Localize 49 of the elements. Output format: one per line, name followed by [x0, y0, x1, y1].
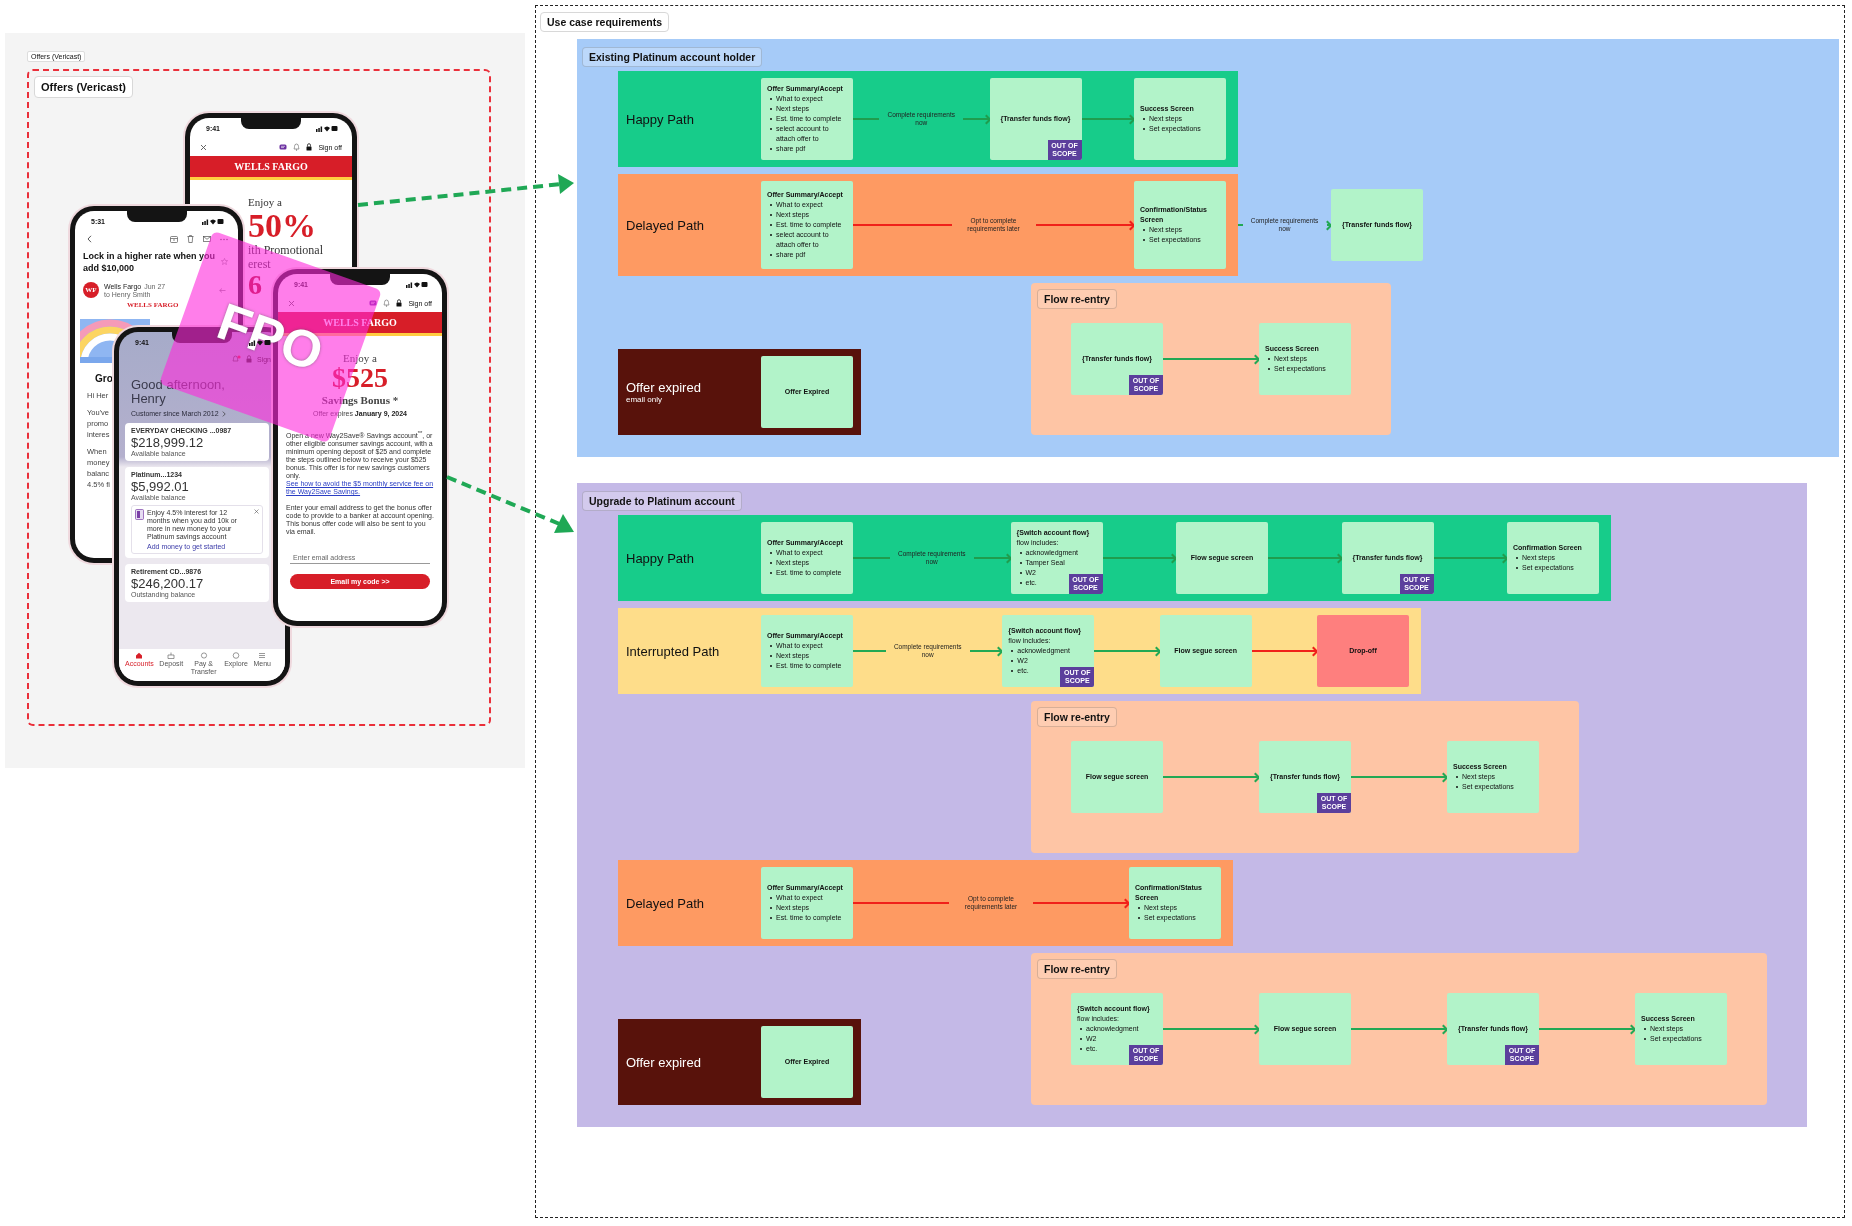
offer-rate: 6	[248, 271, 262, 299]
status-bar-icon	[316, 124, 338, 132]
mail-icon[interactable]	[203, 236, 211, 242]
book-icon	[135, 509, 144, 520]
section-title: Upgrade to Platinum account	[582, 491, 742, 511]
lock-icon	[306, 143, 313, 151]
lane-label: Offer expired	[626, 380, 702, 395]
back-icon[interactable]	[87, 235, 92, 243]
bell-icon[interactable]	[293, 143, 301, 151]
star-icon[interactable]	[221, 258, 228, 265]
lane-label: Offer expired	[626, 1054, 702, 1070]
status-bar-icon	[406, 280, 428, 288]
brand-name: WELLS FARGO	[234, 161, 308, 172]
camera-notch	[126, 211, 187, 222]
camera-notch	[241, 118, 301, 129]
lock-icon	[396, 299, 403, 307]
lane-note: email only	[626, 395, 663, 404]
status-bar-icon	[249, 338, 271, 346]
lane-label: Happy Path	[626, 111, 695, 127]
account-balance: $246,200.17	[131, 576, 205, 591]
email-heading: Gro	[95, 373, 113, 384]
lane-label: Delayed Path	[626, 895, 706, 911]
chat-icon[interactable]	[369, 299, 378, 307]
trash-icon[interactable]	[187, 235, 194, 243]
frame-title: Offers (Vericast)	[34, 76, 133, 98]
frame-title: Use case requirements	[540, 12, 669, 32]
panel-title: Flow re-entry	[1037, 707, 1117, 727]
lane-label: Interrupted Path	[626, 643, 721, 659]
chevron-icon[interactable]	[221, 410, 226, 417]
lane-label: Happy Path	[626, 550, 695, 566]
close-icon[interactable]	[254, 509, 259, 514]
offer-headline: Enjoy a	[248, 196, 282, 209]
offer-text: erest	[248, 257, 271, 271]
home-icon	[135, 652, 144, 659]
close-icon[interactable]	[200, 143, 207, 151]
archive-icon[interactable]	[170, 235, 178, 243]
camera-notch	[330, 274, 390, 285]
panel-title: Flow re-entry	[1037, 959, 1117, 979]
section-title: Existing Platinum account holder	[582, 47, 763, 67]
bell-icon[interactable]	[383, 299, 391, 307]
menu-icon	[258, 652, 267, 659]
lock-icon	[246, 355, 252, 363]
chat-icon[interactable]	[279, 143, 288, 151]
offer-text: ith Promotional	[248, 243, 323, 257]
status-bar-icon	[202, 217, 224, 225]
lane-label: Delayed Path	[626, 217, 706, 233]
account-balance: $5,992.01	[131, 479, 190, 494]
panel-title: Flow re-entry	[1037, 289, 1117, 309]
deposit-icon	[167, 652, 176, 659]
